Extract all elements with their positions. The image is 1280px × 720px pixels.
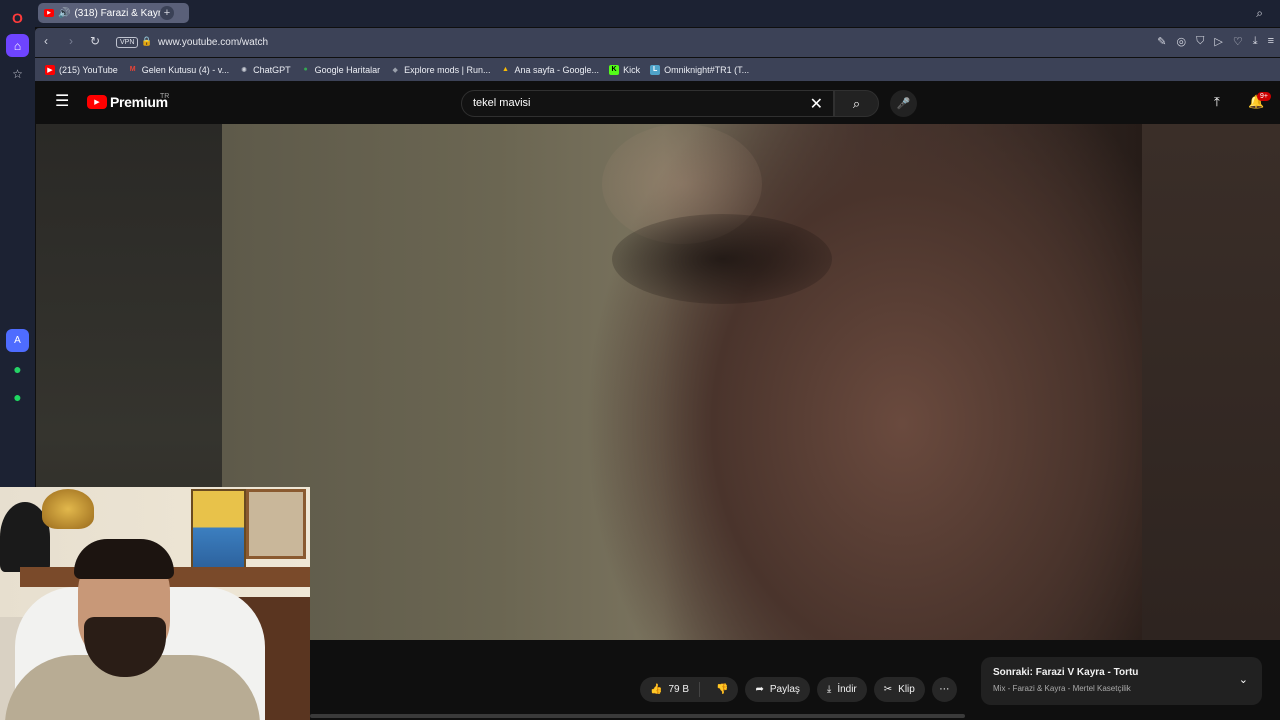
download-icon: ⤓ xyxy=(826,684,832,695)
youtube-header: ☰ ▶ Premium TR tekel mavisi ✕ ⌕ 🎤 ⤒ 🔔 9+ xyxy=(36,82,1280,124)
kick-icon: K xyxy=(609,64,620,75)
webcam-frame xyxy=(246,489,306,559)
download-button[interactable]: ⤓ İndir xyxy=(816,677,867,702)
chevron-down-icon[interactable]: ⌄ xyxy=(1239,673,1248,686)
bookmark-youtube[interactable]: ▶ (215) YouTube xyxy=(45,64,118,75)
download-label: İndir xyxy=(837,684,857,695)
voice-search-button[interactable]: 🎤 xyxy=(890,90,917,117)
search-icon: ⌕ xyxy=(852,95,861,111)
video-frame[interactable] xyxy=(222,124,1142,640)
share-icon: ➦ xyxy=(755,684,764,695)
video-actions: 👍 79 B 👎 ➦ Paylaş ⤓ İndir ✂ Klip ⋯ xyxy=(640,677,957,702)
bookmark-runelite[interactable]: ◆ Explore mods | Run... xyxy=(390,65,490,75)
chatgpt-icon: ✺ xyxy=(241,66,248,74)
address-bar-row: ‹ › ↻ VPN 🔒 www.youtube.com/watch ✎ ◎ ⛉ … xyxy=(35,28,1280,57)
more-icon: ⋯ xyxy=(939,684,950,695)
shield-icon[interactable]: ⛉ xyxy=(1196,35,1204,48)
youtube-logo-icon: ▶ xyxy=(87,95,107,109)
tab-bar: ▶ 🔊 (318) Farazi & Kayra - + ⌕ xyxy=(35,0,1280,27)
microphone-icon: 🎤 xyxy=(896,98,911,110)
webcam-person-hair xyxy=(74,539,174,579)
ambient-right xyxy=(1142,124,1280,640)
youtube-logo[interactable]: ▶ Premium xyxy=(87,94,168,110)
share-label: Paylaş xyxy=(769,684,800,695)
heart-icon[interactable]: ♡ xyxy=(1233,35,1243,48)
up-next-title: Sonraki: Farazi V Kayra - Tortu xyxy=(993,667,1139,678)
url-field[interactable]: www.youtube.com/watch xyxy=(158,37,268,48)
play-icon[interactable]: ▷ xyxy=(1214,35,1222,48)
address-bar-tools: ✎ ◎ ⛉ ▷ ♡ ⤓ ≡ xyxy=(1157,35,1274,48)
spotify-icon[interactable]: ● xyxy=(6,385,29,408)
up-next-subtitle: Mix - Farazi & Kayra - Mertel Kasetçilik xyxy=(993,684,1131,693)
opera-logo-icon[interactable]: O xyxy=(6,6,29,29)
like-button[interactable]: 👍 79 B xyxy=(640,682,701,697)
video-content-shadow xyxy=(612,214,832,304)
like-count: 79 B xyxy=(668,684,690,695)
clip-button[interactable]: ✂ Klip xyxy=(873,677,925,702)
webcam-overlay xyxy=(0,487,310,720)
like-dislike-group: 👍 79 B 👎 xyxy=(640,677,739,702)
search-box[interactable]: tekel mavisi ✕ xyxy=(461,90,834,117)
maps-icon: ● xyxy=(303,66,308,73)
home-icon[interactable]: ⌂ xyxy=(6,34,29,57)
hamburger-menu-icon[interactable]: ☰ xyxy=(55,94,69,110)
bookmark-kick[interactable]: K Kick xyxy=(609,64,640,75)
edit-icon[interactable]: ✎ xyxy=(1157,35,1166,48)
scissors-icon: ✂ xyxy=(883,684,893,695)
dislike-button[interactable]: 👎 xyxy=(706,684,738,695)
gmail-icon: M xyxy=(129,66,136,73)
thumbs-up-icon: 👍 xyxy=(650,684,663,695)
search-input[interactable]: tekel mavisi xyxy=(473,97,530,109)
bookmark-tracker[interactable]: L Omniknight#TR1 (T... xyxy=(650,64,749,75)
bookmark-drive[interactable]: ▲ Ana sayfa - Google... xyxy=(501,65,599,75)
runelite-icon: ◆ xyxy=(392,66,398,74)
webcam-painting xyxy=(191,489,246,574)
notification-badge: 9+ xyxy=(1257,92,1271,101)
tab-search-icon[interactable]: ⌕ xyxy=(1256,6,1263,21)
search-button[interactable]: ⌕ xyxy=(834,90,879,117)
aria-icon[interactable]: A xyxy=(6,329,29,352)
bookmark-maps[interactable]: ● Google Haritalar xyxy=(301,65,380,75)
forward-button[interactable]: › xyxy=(69,34,73,48)
drive-icon: ▲ xyxy=(502,66,509,73)
menu-icon[interactable]: ≡ xyxy=(1268,35,1274,48)
tab-title: (318) Farazi & Kayra - xyxy=(74,7,173,19)
lock-icon[interactable]: 🔒 xyxy=(141,36,152,47)
webcam-urn xyxy=(42,489,94,529)
youtube-favicon-icon: ▶ xyxy=(44,9,54,17)
reload-button[interactable]: ↻ xyxy=(90,34,100,48)
whatsapp-icon[interactable]: ● xyxy=(6,357,29,380)
horizontal-scrollbar[interactable] xyxy=(310,714,965,718)
share-button[interactable]: ➦ Paylaş xyxy=(745,677,810,702)
upload-icon[interactable]: ⤒ xyxy=(1214,94,1220,110)
more-actions-button[interactable]: ⋯ xyxy=(931,677,957,702)
bookmarks-bar: ▶ (215) YouTube M Gelen Kutusu (4) - v... … xyxy=(35,58,1280,81)
up-next-card[interactable]: Sonraki: Farazi V Kayra - Tortu Mix - Fa… xyxy=(981,657,1262,705)
bookmark-chatgpt[interactable]: ✺ ChatGPT xyxy=(239,65,290,75)
new-tab-button[interactable]: + xyxy=(160,6,174,20)
tracker-icon: L xyxy=(650,64,661,75)
thumbs-down-icon: 👎 xyxy=(716,684,729,695)
camera-icon[interactable]: ◎ xyxy=(1177,35,1187,48)
clear-search-icon[interactable]: ✕ xyxy=(810,94,823,114)
star-icon[interactable]: ☆ xyxy=(6,62,29,85)
speaker-icon[interactable]: 🔊 xyxy=(58,8,70,19)
back-button[interactable]: ‹ xyxy=(44,34,48,48)
region-code: TR xyxy=(160,93,170,100)
download-icon[interactable]: ⤓ xyxy=(1253,35,1258,48)
bookmark-gmail[interactable]: M Gelen Kutusu (4) - v... xyxy=(128,65,229,75)
clip-label: Klip xyxy=(898,684,915,695)
vpn-badge[interactable]: VPN xyxy=(116,37,139,48)
youtube-icon: ▶ xyxy=(45,64,55,75)
